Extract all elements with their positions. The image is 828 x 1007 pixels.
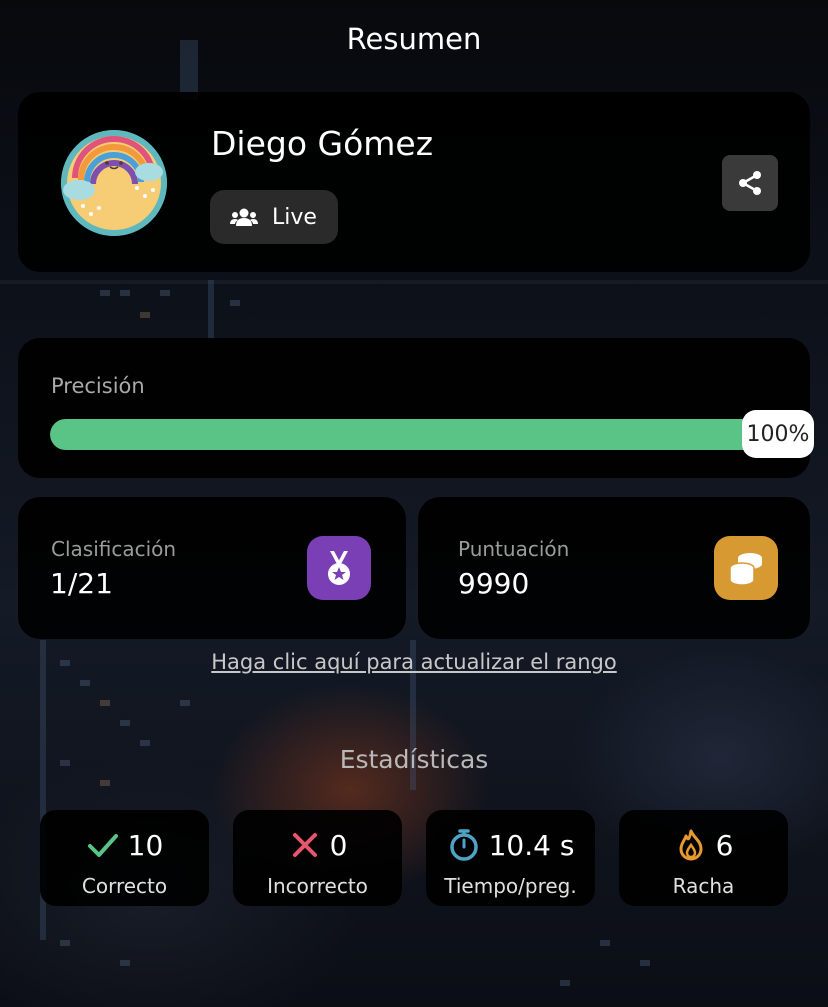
coins-icon [729,553,762,586]
stat-time: 10.4 s Tiempo/preg. [426,810,595,906]
ranking-label: Clasificación [51,537,177,561]
page-title: Resumen [346,22,482,56]
stat-correct: 10 Correcto [40,810,209,906]
profile-card: Diego Gómez Live [18,92,810,272]
coins-icon-tile [714,536,778,600]
stat-streak-value: 6 [715,828,734,862]
stat-correct-label: Correcto [81,874,168,898]
users-icon [230,208,258,226]
stat-streak-label: Racha [672,874,735,898]
mode-badge: Live [210,190,338,244]
stopwatch-icon [449,829,478,861]
ranking-value: 1/21 [50,567,113,600]
avatar [61,130,167,236]
stat-time-label: Tiempo/preg. [444,874,577,898]
rainbow-cloud-avatar-icon [61,130,167,236]
player-name: Diego Gómez [211,124,434,163]
precision-card: Precisión 100% [18,338,814,478]
mode-label: Live [272,204,317,230]
stat-streak: 6 Racha [619,810,788,906]
stats-heading: Estadísticas [339,745,489,774]
ranking-card: Clasificación 1/21 [18,497,406,639]
precision-progress-fill [50,419,810,450]
stat-incorrect-value: 0 [329,828,348,862]
score-card: Puntuación 9990 [418,497,810,639]
precision-progress-bar [50,419,810,450]
share-button[interactable] [722,155,778,211]
update-rank-link[interactable]: Haga clic aquí para actualizar el rango [0,650,828,674]
medal-icon [328,551,350,585]
stat-incorrect: 0 Incorrecto [233,810,402,906]
score-label: Puntuación [458,537,570,561]
stat-correct-value: 10 [127,828,164,862]
check-icon [87,834,118,857]
medal-icon-tile [307,536,371,600]
precision-label: Precisión [51,374,145,398]
score-value: 9990 [458,567,530,600]
cross-icon [292,833,317,857]
stat-time-value: 10.4 s [488,828,575,862]
share-icon [739,171,761,195]
precision-value: 100% [742,410,814,458]
stat-incorrect-label: Incorrecto [267,874,368,898]
flame-icon [679,829,703,861]
